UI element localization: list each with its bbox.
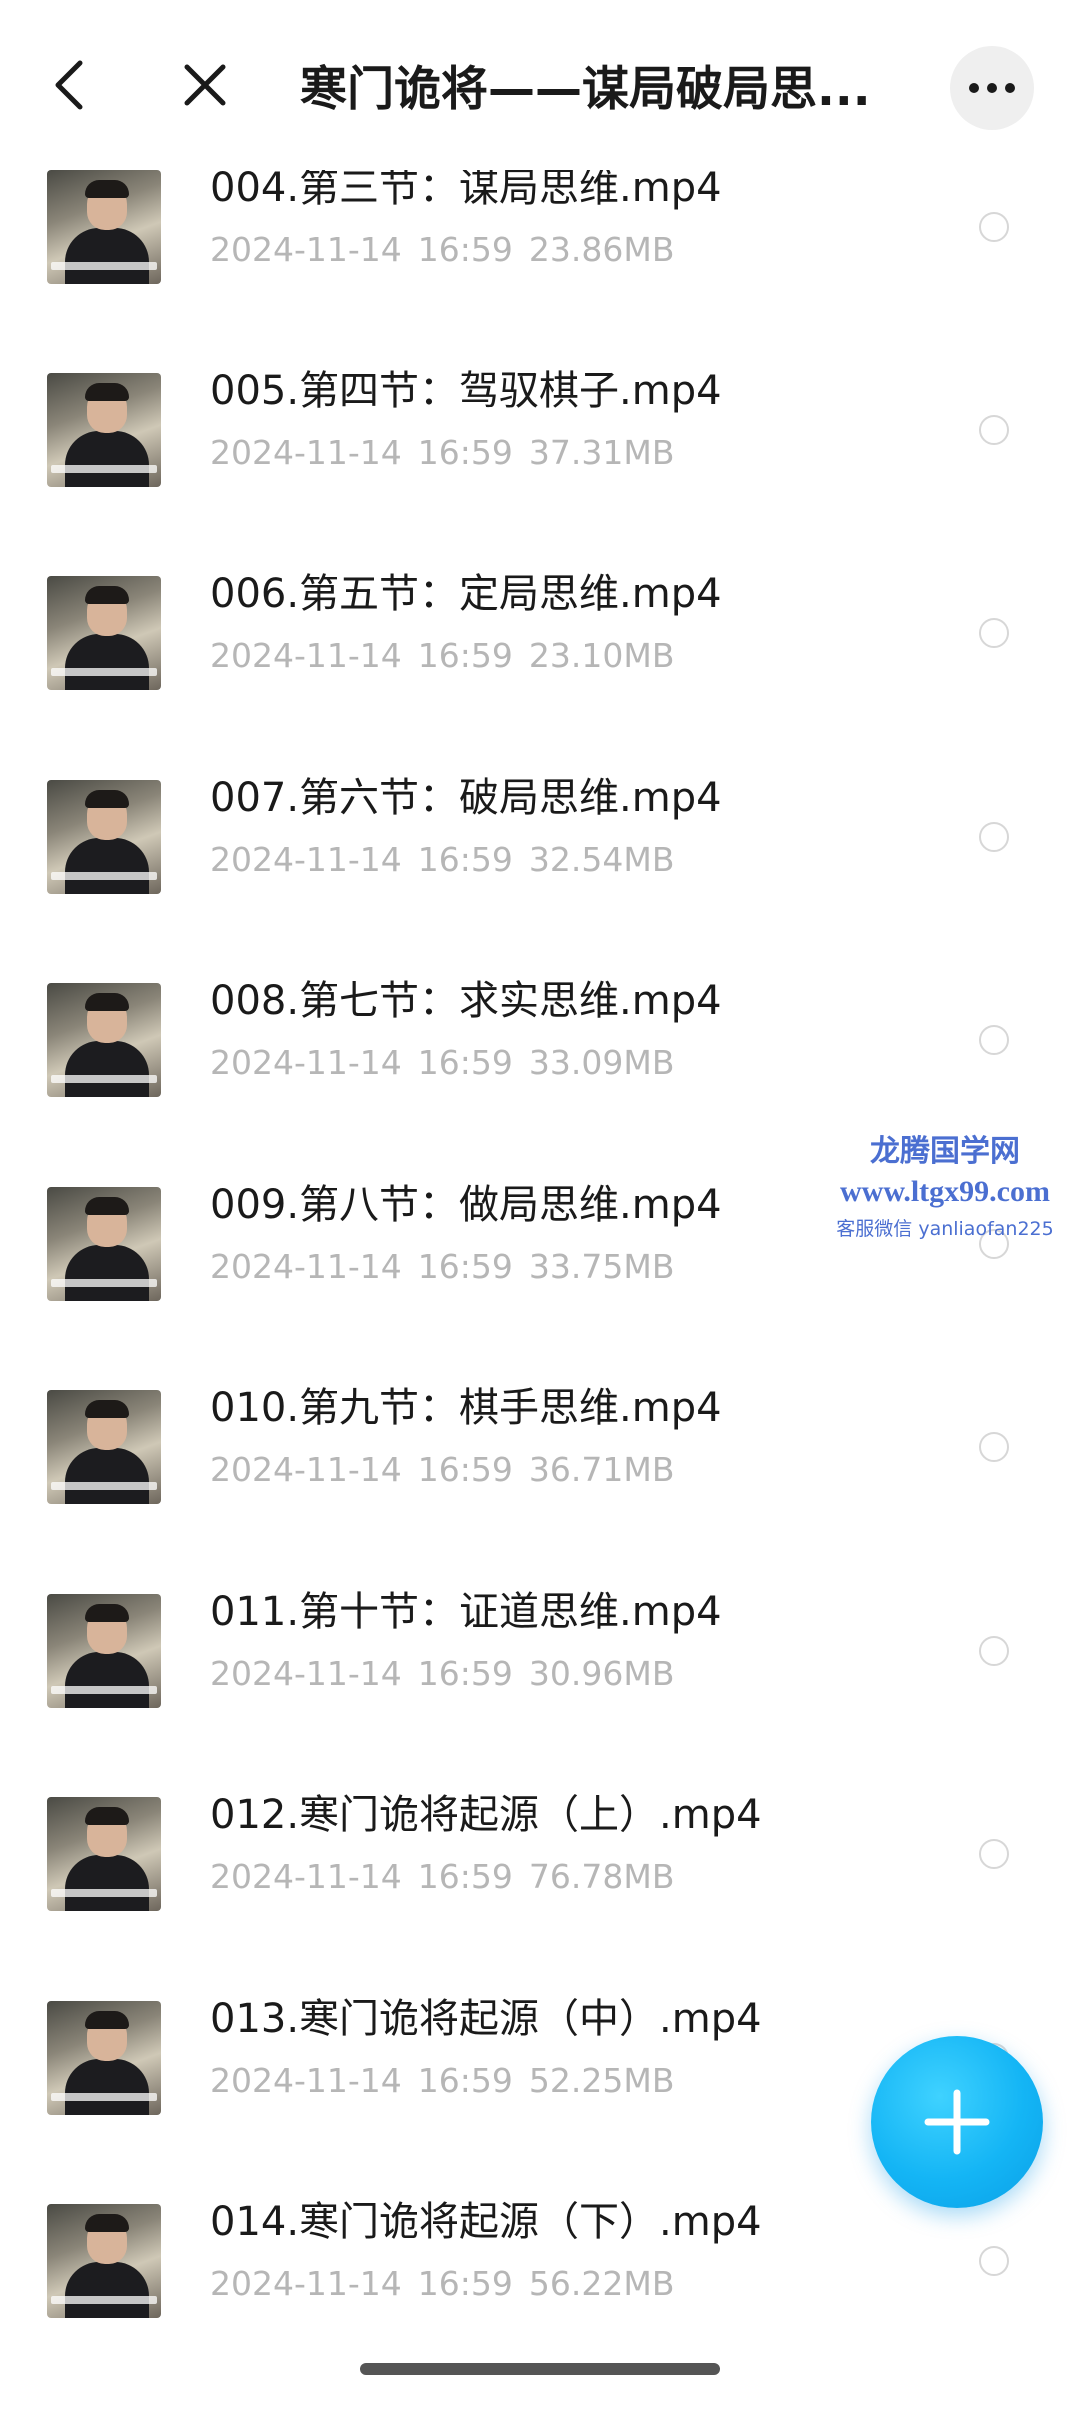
file-date: 2024-11-14 bbox=[210, 840, 402, 879]
file-size: 37.31MB bbox=[528, 433, 675, 472]
file-name: 007.第六节：破局思维.mp4 bbox=[210, 775, 722, 821]
select-checkbox[interactable] bbox=[979, 212, 1009, 242]
file-name: 009.第八节：做局思维.mp4 bbox=[210, 1182, 722, 1228]
select-checkbox[interactable] bbox=[979, 1839, 1009, 1869]
file-date: 2024-11-14 bbox=[210, 433, 402, 472]
home-indicator[interactable] bbox=[360, 2363, 720, 2375]
file-date: 2024-11-14 bbox=[210, 1654, 402, 1693]
file-size: 30.96MB bbox=[528, 1654, 675, 1693]
video-thumbnail bbox=[47, 373, 161, 487]
file-size: 52.25MB bbox=[528, 2061, 675, 2100]
file-time: 16:59 bbox=[417, 840, 513, 879]
file-meta: 2024-11-14 16:59 33.75MB bbox=[210, 1242, 674, 1292]
file-name: 006.第五节：定局思维.mp4 bbox=[210, 571, 722, 617]
file-date: 2024-11-14 bbox=[210, 636, 402, 675]
video-thumbnail bbox=[47, 1390, 161, 1504]
watermark-title: 龙腾国学网 bbox=[870, 1135, 1020, 1168]
file-time: 16:59 bbox=[417, 2061, 513, 2100]
file-time: 16:59 bbox=[417, 433, 513, 472]
file-row[interactable]: 011.第十节：证道思维.mp4 2024-11-14 16:59 30.96MB bbox=[0, 1556, 1080, 1760]
video-thumbnail bbox=[47, 1594, 161, 1708]
add-button[interactable] bbox=[871, 2036, 1043, 2208]
video-thumbnail bbox=[47, 1187, 161, 1301]
file-meta: 2024-11-14 16:59 37.31MB bbox=[210, 428, 674, 478]
file-size: 33.75MB bbox=[528, 1247, 675, 1286]
select-checkbox[interactable] bbox=[979, 1432, 1009, 1462]
file-date: 2024-11-14 bbox=[210, 2264, 402, 2303]
file-date: 2024-11-14 bbox=[210, 2061, 402, 2100]
file-meta: 2024-11-14 16:59 52.25MB bbox=[210, 2056, 674, 2106]
file-meta: 2024-11-14 16:59 56.22MB bbox=[210, 2259, 674, 2309]
file-row[interactable]: 006.第五节：定局思维.mp4 2024-11-14 16:59 23.10MB bbox=[0, 538, 1080, 742]
file-time: 16:59 bbox=[417, 1247, 513, 1286]
back-button[interactable] bbox=[30, 40, 110, 130]
file-meta: 2024-11-14 16:59 23.86MB bbox=[210, 225, 674, 275]
file-size: 56.22MB bbox=[528, 2264, 675, 2303]
video-thumbnail bbox=[47, 983, 161, 1097]
video-thumbnail bbox=[47, 1797, 161, 1911]
watermark-url: www.ltgx99.com bbox=[840, 1175, 1050, 1208]
file-date: 2024-11-14 bbox=[210, 1247, 402, 1286]
top-bar: 寒门诡将——谋局破局思... bbox=[0, 0, 1080, 170]
file-size: 23.10MB bbox=[528, 636, 675, 675]
select-checkbox[interactable] bbox=[979, 1025, 1009, 1055]
video-thumbnail bbox=[47, 576, 161, 690]
file-date: 2024-11-14 bbox=[210, 1857, 402, 1896]
select-checkbox[interactable] bbox=[979, 2246, 1009, 2276]
file-row[interactable]: 008.第七节：求实思维.mp4 2024-11-14 16:59 33.09MB bbox=[0, 945, 1080, 1149]
file-meta: 2024-11-14 16:59 30.96MB bbox=[210, 1649, 674, 1699]
file-time: 16:59 bbox=[417, 1043, 513, 1082]
file-meta: 2024-11-14 16:59 76.78MB bbox=[210, 1852, 674, 1902]
file-name: 013.寒门诡将起源（中）.mp4 bbox=[210, 1996, 762, 2042]
chevron-left-icon bbox=[55, 60, 83, 110]
plus-icon bbox=[924, 2089, 990, 2155]
file-time: 16:59 bbox=[417, 230, 513, 269]
file-row[interactable]: 012.寒门诡将起源（上）.mp4 2024-11-14 16:59 76.78MB bbox=[0, 1759, 1080, 1963]
file-name: 011.第十节：证道思维.mp4 bbox=[210, 1589, 722, 1635]
file-row[interactable]: 007.第六节：破局思维.mp4 2024-11-14 16:59 32.54MB bbox=[0, 742, 1080, 946]
file-name: 010.第九节：棋手思维.mp4 bbox=[210, 1385, 722, 1431]
file-name: 014.寒门诡将起源（下）.mp4 bbox=[210, 2199, 762, 2245]
file-size: 23.86MB bbox=[528, 230, 675, 269]
video-thumbnail bbox=[47, 2001, 161, 2115]
file-time: 16:59 bbox=[417, 1450, 513, 1489]
file-time: 16:59 bbox=[417, 1654, 513, 1693]
file-name: 012.寒门诡将起源（上）.mp4 bbox=[210, 1792, 762, 1838]
file-row[interactable]: 010.第九节：棋手思维.mp4 2024-11-14 16:59 36.71MB bbox=[0, 1352, 1080, 1556]
select-checkbox[interactable] bbox=[979, 415, 1009, 445]
file-name: 005.第四节：驾驭棋子.mp4 bbox=[210, 368, 722, 414]
file-size: 32.54MB bbox=[528, 840, 675, 879]
file-meta: 2024-11-14 16:59 33.09MB bbox=[210, 1038, 674, 1088]
watermark: 龙腾国学网 www.ltgx99.com 客服微信 yanliaofan225 bbox=[815, 1132, 1075, 1246]
page-title: 寒门诡将——谋局破局思... bbox=[300, 62, 871, 117]
file-meta: 2024-11-14 16:59 32.54MB bbox=[210, 835, 674, 885]
select-checkbox[interactable] bbox=[979, 618, 1009, 648]
select-checkbox[interactable] bbox=[979, 1636, 1009, 1666]
video-thumbnail bbox=[47, 780, 161, 894]
close-icon bbox=[184, 64, 226, 106]
close-button[interactable] bbox=[160, 40, 250, 130]
file-date: 2024-11-14 bbox=[210, 1450, 402, 1489]
video-thumbnail bbox=[47, 2204, 161, 2318]
select-checkbox[interactable] bbox=[979, 822, 1009, 852]
file-date: 2024-11-14 bbox=[210, 1043, 402, 1082]
file-time: 16:59 bbox=[417, 1857, 513, 1896]
file-name: 008.第七节：求实思维.mp4 bbox=[210, 978, 722, 1024]
file-time: 16:59 bbox=[417, 636, 513, 675]
file-date: 2024-11-14 bbox=[210, 230, 402, 269]
file-meta: 2024-11-14 16:59 23.10MB bbox=[210, 631, 674, 681]
more-button[interactable] bbox=[950, 46, 1034, 130]
watermark-contact: 客服微信 yanliaofan225 bbox=[836, 1218, 1054, 1240]
file-meta: 2024-11-14 16:59 36.71MB bbox=[210, 1445, 674, 1495]
file-size: 33.09MB bbox=[528, 1043, 675, 1082]
more-horizontal-icon bbox=[969, 83, 1015, 93]
file-size: 76.78MB bbox=[528, 1857, 675, 1896]
file-time: 16:59 bbox=[417, 2264, 513, 2303]
video-thumbnail bbox=[47, 170, 161, 284]
file-row[interactable]: 005.第四节：驾驭棋子.mp4 2024-11-14 16:59 37.31MB bbox=[0, 335, 1080, 539]
file-size: 36.71MB bbox=[528, 1450, 675, 1489]
